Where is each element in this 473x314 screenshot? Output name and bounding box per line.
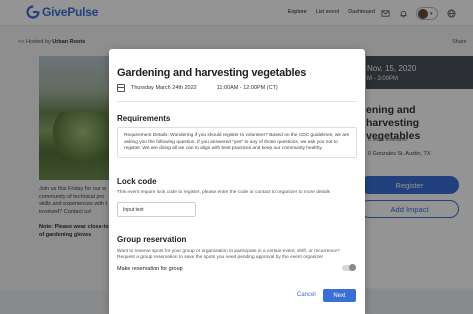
calendar-icon bbox=[117, 84, 125, 92]
lock-code-input[interactable]: Input text bbox=[117, 202, 196, 217]
group-reservation-help: Want to reserve spots for your group or … bbox=[117, 249, 361, 261]
group-reservation-heading: Group reservation bbox=[117, 235, 187, 244]
cancel-button[interactable]: Cancel bbox=[297, 292, 316, 298]
modal-time: 11:00AM - 12:00PM (CT) bbox=[216, 85, 278, 91]
lock-code-help: This event require lock code to register… bbox=[117, 190, 331, 195]
requirements-box: Requirement Details: Wondering if you sh… bbox=[117, 127, 357, 158]
group-reservation-toggle-label: Make reservation for group bbox=[117, 266, 183, 272]
modal-divider bbox=[117, 101, 357, 102]
modal-date-row: Thursday March 24th 2022 11:00AM - 12:00… bbox=[117, 84, 278, 92]
group-reservation-toggle[interactable] bbox=[342, 264, 356, 271]
modal-title: Gardening and harvesting vegetables bbox=[117, 67, 307, 79]
group-reservation-help-line-2: Request a group reservation to save the … bbox=[117, 255, 324, 261]
registration-modal: Gardening and harvesting vegetables Thur… bbox=[109, 49, 365, 314]
modal-date: Thursday March 24th 2022 bbox=[131, 85, 197, 91]
requirements-heading: Requirements bbox=[117, 114, 171, 123]
lock-code-heading: Lock code bbox=[117, 177, 157, 186]
next-button[interactable]: Next bbox=[323, 289, 356, 302]
